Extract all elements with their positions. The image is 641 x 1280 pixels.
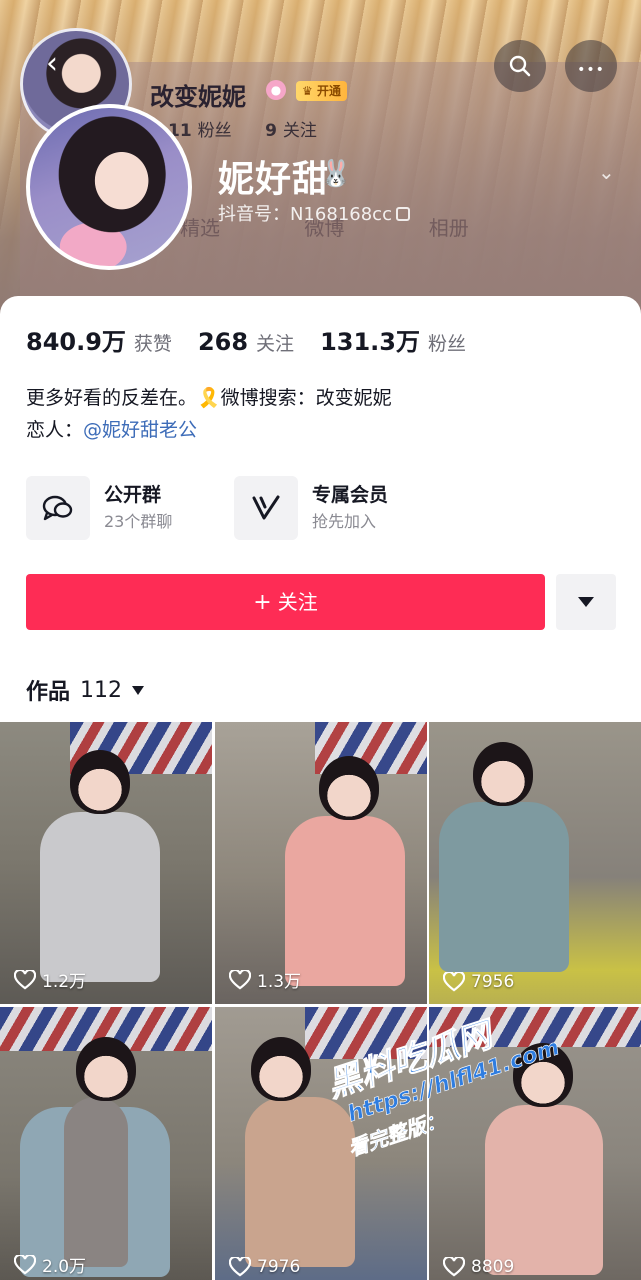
tile-figure-head bbox=[76, 1037, 136, 1101]
search-button[interactable] bbox=[494, 40, 546, 92]
stat-likes-value: 840.9万 bbox=[26, 328, 126, 356]
works-label: 作品 bbox=[26, 680, 71, 705]
pin-icon: ● bbox=[266, 80, 286, 100]
v-member-icon bbox=[234, 476, 298, 540]
follow-button-label: 关注 bbox=[277, 590, 318, 614]
tile-figure-inner bbox=[64, 1097, 128, 1267]
video-likes: 1.3万 bbox=[229, 967, 301, 992]
bio-line-1: 更多好看的反差在。🎗️微博搜索：改变妮妮 bbox=[26, 387, 392, 409]
plus-icon: + bbox=[253, 590, 272, 615]
public-group-text: 公开群 23个群聊 bbox=[104, 481, 172, 535]
heart-icon bbox=[14, 1254, 36, 1275]
stat-followers-value: 131.3万 bbox=[320, 328, 420, 356]
stat-following[interactable]: 268 关注 bbox=[198, 328, 294, 356]
exclusive-member-title: 专属会员 bbox=[312, 484, 389, 506]
public-group-entry[interactable]: 公开群 23个群聊 bbox=[26, 476, 172, 540]
profile-bio: 更多好看的反差在。🎗️微博搜索：改变妮妮 恋人：@妮好甜老公 bbox=[26, 382, 392, 446]
video-likes-count: 2.0万 bbox=[42, 1257, 87, 1277]
works-dropdown-icon bbox=[132, 685, 145, 695]
chat-bubbles-icon bbox=[26, 476, 90, 540]
profile-avatar[interactable] bbox=[26, 104, 192, 270]
stat-likes: 840.9万 获赞 bbox=[26, 322, 172, 357]
background-followers-label: 粉丝 bbox=[197, 121, 232, 141]
follow-button[interactable]: + 关注 bbox=[26, 574, 545, 630]
stat-following-value: 268 bbox=[197, 328, 249, 356]
video-likes-count: 1.2万 bbox=[42, 972, 87, 992]
heart-icon bbox=[443, 972, 465, 992]
video-likes: 2.0万 bbox=[14, 1252, 86, 1277]
video-likes: 1.2万 bbox=[14, 967, 86, 992]
vip-badge: ♛ 开通 bbox=[296, 81, 347, 101]
heart-icon bbox=[443, 1257, 465, 1277]
heart-icon bbox=[229, 1257, 251, 1277]
works-count: 112 bbox=[80, 677, 123, 703]
follow-dropdown-button[interactable] bbox=[556, 574, 616, 630]
tile-figure-head bbox=[251, 1037, 311, 1101]
video-likes: 7956 bbox=[443, 972, 514, 992]
back-button[interactable]: ‹ bbox=[30, 44, 74, 88]
background-following-label: 关注 bbox=[282, 121, 317, 141]
exclusive-member-entry[interactable]: 专属会员 抢先加入 bbox=[234, 476, 388, 540]
copy-icon[interactable] bbox=[395, 207, 410, 221]
bio-line-2: 恋人：@妮好甜老公 bbox=[26, 414, 392, 446]
video-likes: 8809 bbox=[443, 1257, 514, 1277]
triangle-down-icon bbox=[578, 597, 594, 607]
more-options-button[interactable]: ••• bbox=[565, 40, 617, 92]
heart-icon bbox=[14, 969, 36, 990]
tile-figure-head bbox=[473, 742, 533, 806]
rabbit-emoji-icon: 🐰 bbox=[319, 159, 353, 189]
background-profile-name: 改变妮妮 bbox=[150, 83, 246, 111]
tile-figure bbox=[245, 1097, 355, 1267]
video-likes: 7976 bbox=[229, 1257, 300, 1277]
back-arrow-icon: ‹ bbox=[46, 46, 58, 81]
background-tab-album: 相册 bbox=[428, 216, 469, 240]
vip-badge-label: 开通 bbox=[316, 84, 341, 98]
profile-stats: 840.9万 获赞 268 关注 131.3万 粉丝 bbox=[26, 322, 492, 357]
tile-figure bbox=[439, 802, 569, 972]
background-profile-stats: 11 粉丝 9 关注 bbox=[168, 116, 345, 141]
video-tile[interactable]: 7956 bbox=[429, 722, 641, 1004]
background-tab-featured: 精选 bbox=[180, 216, 220, 240]
video-likes-count: 1.3万 bbox=[257, 972, 302, 992]
tile-figure bbox=[40, 812, 160, 982]
chevron-down-icon[interactable]: ⌄ bbox=[598, 160, 615, 184]
video-tile[interactable]: 1.3万 bbox=[215, 722, 427, 1004]
display-name: 妮好甜 bbox=[218, 159, 330, 200]
video-tile[interactable]: 2.0万 bbox=[0, 1007, 212, 1280]
partner-mention-link[interactable]: @妮好甜老公 bbox=[83, 419, 197, 441]
tile-figure-head bbox=[319, 756, 379, 820]
exclusive-member-text: 专属会员 抢先加入 bbox=[312, 481, 388, 535]
douyin-id[interactable]: 抖音号：N168168cc bbox=[218, 200, 410, 226]
more-dots-icon: ••• bbox=[577, 62, 605, 78]
video-likes-count: 7976 bbox=[257, 1257, 301, 1277]
heart-icon bbox=[229, 969, 251, 990]
exclusive-member-subtitle: 抢先加入 bbox=[312, 512, 377, 531]
public-group-title: 公开群 bbox=[104, 484, 162, 506]
search-icon bbox=[509, 55, 531, 77]
stat-following-label: 关注 bbox=[256, 333, 295, 355]
video-likes-count: 7956 bbox=[471, 972, 515, 992]
background-following-num: 9 bbox=[265, 121, 277, 141]
tile-figure bbox=[485, 1105, 603, 1275]
bio-line-2-prefix: 恋人： bbox=[26, 419, 84, 441]
video-likes-count: 8809 bbox=[471, 1257, 515, 1277]
tile-figure bbox=[285, 816, 405, 986]
stat-followers[interactable]: 131.3万 粉丝 bbox=[320, 322, 466, 357]
works-tab[interactable]: 作品 112 bbox=[26, 674, 145, 706]
stat-likes-label: 获赞 bbox=[133, 333, 172, 355]
douyin-id-text: 抖音号：N168168cc bbox=[218, 204, 392, 225]
tile-figure-head bbox=[70, 750, 130, 814]
public-group-subtitle: 23个群聊 bbox=[104, 512, 173, 531]
stat-followers-label: 粉丝 bbox=[427, 333, 466, 355]
video-tile[interactable]: 1.2万 bbox=[0, 722, 212, 1004]
